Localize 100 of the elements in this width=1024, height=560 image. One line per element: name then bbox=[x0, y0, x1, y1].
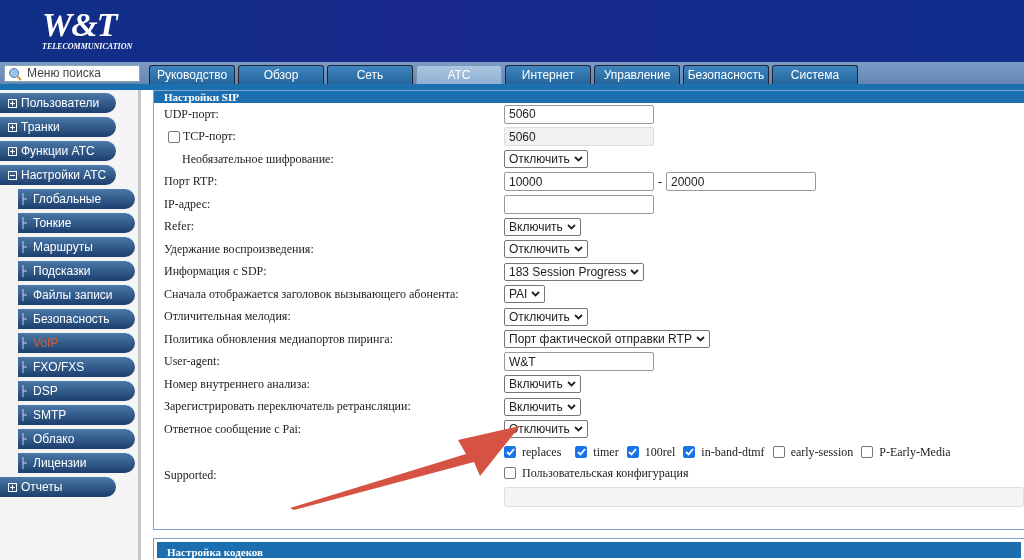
tree-branch-icon bbox=[22, 265, 29, 277]
search-icon bbox=[8, 66, 22, 81]
text-field[interactable]: 10000 bbox=[504, 172, 654, 192]
section-header: Настройка кодеков bbox=[157, 541, 1021, 558]
search-field[interactable]: Меню поиска bbox=[4, 64, 140, 82]
sidebar-subitem[interactable]: FXO/FXS bbox=[18, 357, 135, 377]
dropdown[interactable]: Включить bbox=[504, 397, 581, 416]
dropdown[interactable]: Порт фактической отправки RTP bbox=[504, 330, 710, 349]
nav-tab[interactable]: Руководство bbox=[149, 65, 235, 84]
expand-icon bbox=[8, 122, 17, 132]
checkbox[interactable] bbox=[626, 446, 639, 458]
field-label: Необязательное шифрование: bbox=[182, 151, 334, 167]
option-label: 100rel bbox=[644, 444, 676, 460]
nav-tab[interactable]: Интернет bbox=[505, 65, 591, 84]
collapse-icon bbox=[8, 170, 17, 180]
checkbox[interactable] bbox=[504, 467, 516, 479]
field-label: Информация с SDP: bbox=[164, 264, 267, 280]
sidebar-subitem[interactable]: Глобальные bbox=[18, 189, 135, 209]
dropdown[interactable]: Отключить bbox=[504, 307, 588, 326]
chevron-icon bbox=[566, 381, 576, 388]
text-field[interactable]: 5060 bbox=[504, 104, 654, 124]
sidebar-subitem[interactable]: Тонкие bbox=[18, 213, 135, 233]
field-label: Номер внутреннего анализа: bbox=[164, 376, 310, 392]
sidebar-subitem[interactable]: DSP bbox=[18, 381, 135, 401]
chevron-icon bbox=[566, 403, 576, 410]
nav-tab[interactable]: Обзор bbox=[238, 65, 324, 84]
chevron-icon bbox=[630, 268, 640, 275]
tree-branch-icon bbox=[22, 241, 29, 253]
chevron-icon bbox=[566, 223, 576, 230]
sidebar-subitem[interactable]: Файлы записи bbox=[18, 285, 135, 305]
nav-tab[interactable]: Управление bbox=[594, 65, 680, 84]
tree-branch-icon bbox=[22, 313, 29, 325]
option-label: early-session bbox=[790, 444, 854, 460]
option-label: replaces bbox=[522, 444, 562, 460]
option-label: in-band-dtmf bbox=[701, 444, 765, 460]
field-label: User-agent: bbox=[164, 354, 220, 370]
chevron-icon bbox=[695, 336, 705, 343]
sidebar-subitem[interactable]: Облако bbox=[18, 429, 135, 449]
dropdown[interactable]: Включить bbox=[504, 217, 581, 236]
text-field[interactable] bbox=[504, 194, 654, 214]
checkbox[interactable] bbox=[575, 446, 588, 458]
checkbox[interactable] bbox=[504, 446, 516, 458]
range-separator: - bbox=[658, 174, 662, 189]
field-label: Удержание воспроизведения: bbox=[164, 241, 314, 257]
checkbox[interactable] bbox=[772, 446, 785, 458]
field-label: TCP-порт: bbox=[183, 129, 236, 145]
nav-tab[interactable]: Система bbox=[772, 65, 858, 84]
logo: W&T TELECOMMUNICATION bbox=[42, 8, 133, 52]
checkbox[interactable] bbox=[861, 446, 874, 458]
option-label: Пользовательская конфигурация bbox=[522, 465, 689, 481]
checkbox[interactable] bbox=[683, 446, 696, 458]
expand-icon bbox=[8, 482, 17, 492]
sidebar-subitem[interactable]: Подсказки bbox=[18, 261, 135, 281]
tree-branch-icon bbox=[22, 217, 29, 229]
tree-branch-icon bbox=[22, 433, 29, 445]
field-label: UDP-порт: bbox=[164, 106, 219, 122]
option-label: timer bbox=[593, 444, 619, 460]
chevron-icon bbox=[573, 426, 583, 433]
field-label: Сначала отображается заголовок вызывающего абонента: bbox=[164, 286, 459, 302]
dropdown[interactable]: Отключить bbox=[504, 240, 588, 259]
tree-branch-icon bbox=[22, 457, 29, 469]
field-label: Политика обновления медиапортов пиринга: bbox=[164, 331, 393, 347]
text-field[interactable]: 20000 bbox=[666, 172, 816, 192]
field-label: Порт RTP: bbox=[164, 174, 218, 190]
text-field[interactable]: W&T bbox=[504, 352, 654, 372]
sidebar-item[interactable]: Отчеты bbox=[0, 477, 116, 497]
nav-tab[interactable]: Безопасность bbox=[683, 65, 769, 84]
chevron-icon bbox=[573, 156, 583, 163]
tree-branch-icon bbox=[22, 289, 29, 301]
field-label: IP-адрес: bbox=[164, 196, 211, 212]
field-label: Refer: bbox=[164, 219, 194, 235]
dropdown[interactable]: Включить bbox=[504, 375, 581, 394]
dropdown[interactable]: PAI bbox=[504, 285, 546, 304]
dropdown[interactable]: Отключить bbox=[504, 420, 588, 439]
sidebar-subitem[interactable]: SMTP bbox=[18, 405, 135, 425]
nav-tab[interactable]: Сеть bbox=[327, 65, 413, 84]
field-label: Зарегистрировать переключатель ретрансляции: bbox=[164, 399, 411, 415]
field-label: Отличительная мелодия: bbox=[164, 309, 291, 325]
tree-branch-icon bbox=[22, 193, 29, 205]
field-label: Supported: bbox=[164, 468, 217, 483]
field-label: Ответное сообщение с Pai: bbox=[164, 421, 302, 437]
option-label: P-Early-Media bbox=[879, 444, 951, 460]
sidebar-subitem[interactable]: Маршруты bbox=[18, 237, 135, 257]
sidebar-item[interactable]: Настройки АТС bbox=[0, 165, 116, 185]
sidebar-subitem[interactable]: Безопасность bbox=[18, 309, 135, 329]
section-header: Настройки SIP bbox=[154, 91, 1024, 103]
sidebar-item[interactable]: Функции АТС bbox=[0, 141, 116, 161]
tree-branch-icon bbox=[22, 337, 29, 349]
tree-branch-icon bbox=[22, 361, 29, 373]
dropdown[interactable]: 183 Session Progress bbox=[504, 262, 645, 281]
sidebar-item[interactable]: Пользователи bbox=[0, 93, 116, 113]
tree-branch-icon bbox=[22, 409, 29, 421]
expand-icon bbox=[8, 146, 17, 156]
sidebar-subitem[interactable]: Лицензии bbox=[18, 453, 135, 473]
chevron-icon bbox=[573, 313, 583, 320]
sidebar-item[interactable]: Транки bbox=[0, 117, 116, 137]
tree-branch-icon bbox=[22, 385, 29, 397]
chevron-icon bbox=[573, 246, 583, 253]
chevron-icon bbox=[531, 291, 541, 298]
expand-icon bbox=[8, 98, 17, 108]
